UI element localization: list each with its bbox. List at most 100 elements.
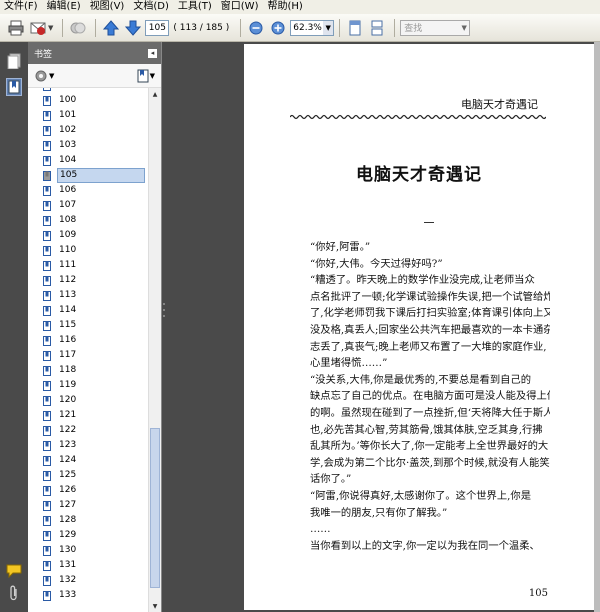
menu-window[interactable]: 窗口(W) <box>221 0 259 14</box>
text-line: 当你看到以上的文字,你一定以为我在同一个温柔、 <box>310 539 540 552</box>
bookmark-label: 113 <box>59 290 77 300</box>
options-gear-button[interactable]: ▼ <box>34 69 54 83</box>
bookmark-item[interactable]: 107 <box>43 198 78 213</box>
bookmark-label: 116 <box>59 335 77 345</box>
bookmark-item[interactable]: 100 <box>43 93 78 108</box>
bookmark-label: 105 <box>57 168 145 183</box>
bookmark-item[interactable]: 110 <box>43 243 78 258</box>
bookmark-label: 99 <box>57 88 72 92</box>
text-line: “没关系,大伟,你是最优秀的,不要总是看到自己的 <box>310 373 532 386</box>
menu-document[interactable]: 文档(D) <box>133 0 169 14</box>
bookmark-item[interactable]: 125 <box>43 468 78 483</box>
pages-panel-button[interactable] <box>6 52 22 70</box>
scroll-down-icon[interactable]: ▼ <box>150 601 160 611</box>
bookmark-item[interactable]: 117 <box>43 348 78 363</box>
bookmark-label: 108 <box>59 215 77 225</box>
bookmark-item[interactable]: 112 <box>43 273 78 288</box>
page-number-input[interactable]: 105 <box>145 19 170 36</box>
menu-tools[interactable]: 工具(T) <box>178 0 212 14</box>
bookmark-page-icon <box>43 560 51 571</box>
attachments-panel-button[interactable] <box>6 584 22 602</box>
bookmark-item[interactable]: 106 <box>43 183 78 198</box>
menu-help[interactable]: 帮助(H) <box>267 0 302 14</box>
bookmark-item[interactable]: 104 <box>43 153 78 168</box>
bookmark-label: 112 <box>59 275 77 285</box>
bookmarks-panel-button[interactable] <box>6 78 22 96</box>
continuous-view-button[interactable] <box>367 18 387 38</box>
bookmark-item[interactable]: 126 <box>43 483 78 498</box>
toolbar-divider <box>95 18 97 37</box>
bookmark-page-icon <box>43 410 51 421</box>
chevron-down-icon[interactable]: ▼ <box>323 20 334 35</box>
bookmark-item[interactable]: 116 <box>43 333 78 348</box>
bookmark-page-icon <box>43 425 51 436</box>
bookmark-label: 107 <box>59 200 77 210</box>
bookmark-label: 122 <box>59 425 77 435</box>
bookmark-item[interactable]: 102 <box>43 123 78 138</box>
scrollbar-thumb[interactable] <box>150 428 160 588</box>
bookmark-item[interactable]: 124 <box>43 453 78 468</box>
bookmark-item[interactable]: 113 <box>43 288 78 303</box>
bookmark-label: 102 <box>59 125 77 135</box>
bookmark-item[interactable]: 131 <box>43 558 78 573</box>
bookmark-page-icon <box>43 440 51 451</box>
bookmark-label: 109 <box>59 230 77 240</box>
bookmark-item[interactable]: 122 <box>43 423 78 438</box>
chevron-down-icon[interactable]: ▼ <box>459 21 469 35</box>
text-line: 缺点忘了自己的优点。在电脑方面可是没人能及得上你 <box>310 390 550 403</box>
page-body-text: “你好,阿雷。” “你好,大伟。今天过得好吗?” “糟透了。昨天晚上的数学作业没完成… <box>310 239 550 554</box>
next-page-button[interactable] <box>123 18 143 38</box>
bookmark-page-icon <box>43 215 51 226</box>
menu-file[interactable]: 文件(F) <box>4 0 38 14</box>
bookmark-item[interactable]: 111 <box>43 258 78 273</box>
previous-page-button[interactable] <box>101 18 121 38</box>
bookmark-item[interactable]: 115 <box>43 318 78 333</box>
single-page-view-button[interactable] <box>345 18 365 38</box>
bookmark-page-icon <box>43 155 51 166</box>
bookmark-item[interactable]: 108 <box>43 213 78 228</box>
menu-edit[interactable]: 编辑(E) <box>47 0 81 14</box>
zoom-out-button[interactable] <box>246 18 266 38</box>
bookmark-item[interactable]: 105 <box>43 168 145 183</box>
bookmark-item[interactable]: 114 <box>43 303 78 318</box>
decorative-border <box>290 114 546 120</box>
bookmark-item[interactable]: 120 <box>43 393 78 408</box>
bookmark-label: 115 <box>59 320 77 330</box>
bookmark-label: 101 <box>59 110 77 120</box>
bookmarks-panel-title: 书签 <box>34 49 53 60</box>
bookmark-label: 132 <box>59 575 77 585</box>
document-scrollbar[interactable] <box>594 42 600 612</box>
zoom-in-button[interactable] <box>268 18 288 38</box>
zoom-select[interactable]: 62.3% ▼ <box>290 19 335 36</box>
menu-view[interactable]: 视图(V) <box>90 0 125 14</box>
bookmark-item[interactable]: 129 <box>43 528 78 543</box>
bookmark-item[interactable]: 119 <box>43 378 78 393</box>
bookmark-item[interactable]: 109 <box>43 228 78 243</box>
bookmark-label: 114 <box>59 305 77 315</box>
print-button[interactable] <box>6 18 26 38</box>
bookmark-item[interactable]: 133 <box>43 588 78 603</box>
create-pdf-dropdown-icon[interactable]: ▼ <box>48 24 53 32</box>
bookmark-item[interactable]: 128 <box>43 513 78 528</box>
scroll-up-icon[interactable]: ▲ <box>150 89 160 99</box>
create-pdf-button[interactable] <box>28 18 48 38</box>
search-input[interactable]: 查找 ▼ <box>400 19 471 36</box>
new-bookmark-button[interactable]: ▼ <box>137 69 155 83</box>
bookmark-page-icon <box>43 305 51 316</box>
bookmark-item[interactable]: 130 <box>43 543 78 558</box>
bookmark-item[interactable]: 132 <box>43 573 78 588</box>
bookmark-item[interactable]: 127 <box>43 498 78 513</box>
bookmark-scrollbar[interactable]: ▲ ▼ <box>148 88 161 612</box>
collaborate-button[interactable] <box>68 18 88 38</box>
zoom-in-icon <box>271 21 285 34</box>
bookmark-item[interactable]: 121 <box>43 408 78 423</box>
bookmark-item[interactable]: 123 <box>43 438 78 453</box>
close-icon[interactable]: ◂ <box>148 48 157 58</box>
bookmark-item[interactable]: 101 <box>43 108 78 123</box>
bookmark-page-icon <box>43 515 51 526</box>
pane-splitter-handle[interactable] <box>162 300 166 320</box>
comments-panel-button[interactable] <box>6 562 22 580</box>
bookmark-item[interactable]: 103 <box>43 138 78 153</box>
zoom-value: 62.3% <box>293 22 322 33</box>
bookmark-item[interactable]: 118 <box>43 363 78 378</box>
